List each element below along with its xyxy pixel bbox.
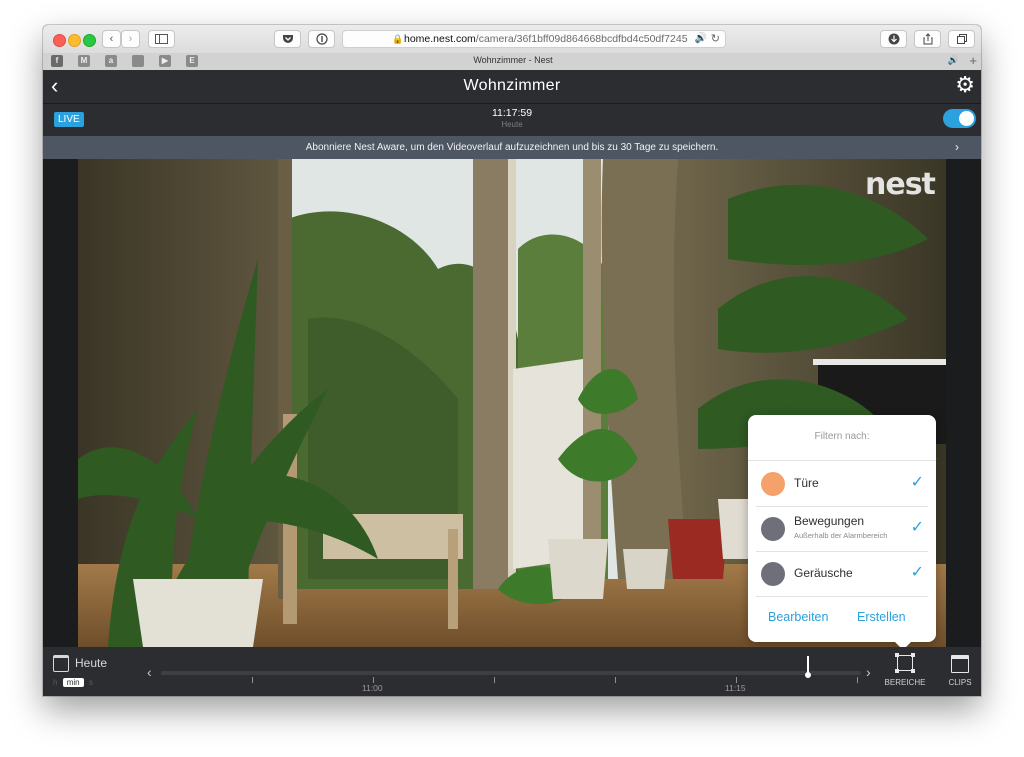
nest-logo: nest	[865, 167, 936, 202]
divider	[748, 460, 936, 461]
timeline-prev-icon[interactable]: ‹	[147, 664, 152, 680]
downloads-button[interactable]	[880, 30, 907, 48]
zoom-window-button[interactable]	[83, 34, 96, 47]
apple-favicon-icon[interactable]	[132, 55, 144, 67]
filter-item-door[interactable]: Türe ✓	[748, 462, 936, 506]
zoom-selector[interactable]: h min s	[53, 678, 93, 687]
camera-power-toggle[interactable]	[943, 109, 976, 128]
browser-window: ‹ › 🔒 home.nest.com/camera/36f1bff09d864…	[43, 25, 981, 696]
timeline-tick	[494, 677, 495, 683]
chevron-left-icon: ‹	[109, 33, 114, 45]
tab-audio-icon[interactable]: 🔊	[948, 55, 959, 66]
close-window-button[interactable]	[53, 34, 66, 47]
timeline-track[interactable]	[161, 671, 861, 675]
zoom-seconds[interactable]: s	[89, 678, 93, 687]
timeline-tick	[615, 677, 616, 683]
lock-icon: 🔒	[392, 34, 404, 44]
settings-gear-icon[interactable]: ⚙	[955, 71, 975, 99]
filter-popup: Filtern nach: Türe ✓ Bewegungen Außerhal…	[748, 415, 936, 650]
facebook-favicon-icon[interactable]: f	[51, 55, 63, 67]
status-bar: LIVE 11:17:59 Heute	[43, 104, 981, 136]
tab-bar: f M a ▶ E Wohnzimmer - Nest 🔊 +	[43, 53, 981, 71]
create-button[interactable]: Erstellen	[857, 610, 906, 624]
zoom-minutes[interactable]: min	[62, 678, 84, 687]
share-icon	[923, 33, 932, 45]
clips-button-label[interactable]: CLIPS	[941, 678, 979, 687]
gmail-favicon-icon[interactable]: M	[78, 55, 90, 67]
nest-aware-banner[interactable]: Abonniere Nest Aware, um den Videoverlau…	[43, 136, 981, 159]
chevron-right-icon: ›	[128, 33, 133, 45]
timeline-bar: Heute h min s ‹ 11:00 11:15 › BEREICHE C…	[43, 647, 981, 696]
checkmark-icon: ✓	[910, 564, 924, 581]
filter-item-sublabel: Außerhalb der Alarmbereich	[794, 531, 888, 540]
today-button[interactable]: Heute	[75, 656, 107, 670]
tabs-overview-button[interactable]	[948, 30, 975, 48]
address-bar[interactable]: 🔒 home.nest.com/camera/36f1bff09d864668b…	[342, 30, 726, 48]
divider	[756, 596, 928, 597]
zone-color-dot	[761, 562, 785, 586]
active-tab-title[interactable]: Wohnzimmer - Nest	[203, 55, 823, 65]
zone-color-dot	[761, 517, 785, 541]
camera-header: ‹ Wohnzimmer ⚙	[43, 70, 981, 104]
tabs-icon	[956, 34, 967, 44]
filter-item-label: Bewegungen	[794, 514, 865, 528]
reload-icon[interactable]: ↻	[711, 31, 720, 47]
url-host: home.nest.com	[404, 33, 476, 45]
sidebar-icon	[155, 34, 168, 44]
amazon-favicon-icon[interactable]: a	[105, 55, 117, 67]
url-text: home.nest.com/camera/36f1bff09d864668bcd…	[404, 31, 688, 47]
new-tab-icon[interactable]: +	[969, 53, 977, 69]
timeline-tick	[252, 677, 253, 683]
pocket-button[interactable]	[274, 30, 301, 48]
reader-button[interactable]	[308, 30, 335, 48]
current-time: 11:17:59	[491, 107, 533, 119]
timeline-tick	[857, 677, 858, 683]
video-letterbox-left	[43, 159, 78, 647]
forward-nav-button[interactable]: ›	[121, 30, 140, 48]
filter-item-label: Geräusche	[794, 566, 853, 580]
timeline-label: 11:00	[362, 683, 383, 693]
current-date: Heute	[501, 120, 523, 129]
pocket-icon	[282, 35, 293, 43]
download-icon	[888, 33, 899, 45]
info-icon	[315, 33, 328, 45]
chevron-right-icon: ›	[955, 140, 959, 154]
banner-text: Abonniere Nest Aware, um den Videoverlau…	[305, 142, 719, 153]
filter-item-motion[interactable]: Bewegungen Außerhalb der Alarmbereich ✓	[748, 507, 936, 551]
toggle-knob	[959, 111, 974, 126]
camera-title: Wohnzimmer	[463, 77, 561, 94]
browser-toolbar: ‹ › 🔒 home.nest.com/camera/36f1bff09d864…	[43, 25, 981, 54]
timeline-next-icon[interactable]: ›	[866, 664, 871, 680]
zones-icon[interactable]	[895, 653, 915, 673]
minimize-window-button[interactable]	[68, 34, 81, 47]
calendar-icon[interactable]	[53, 655, 69, 672]
share-button[interactable]	[914, 30, 941, 48]
edit-button[interactable]: Bearbeiten	[768, 610, 828, 624]
e-favicon-icon[interactable]: E	[186, 55, 198, 67]
playhead-handle[interactable]	[805, 672, 811, 678]
back-nav-button[interactable]: ‹	[102, 30, 121, 48]
filter-item-sounds[interactable]: Geräusche ✓	[748, 552, 936, 596]
audio-playing-icon[interactable]: 🔊	[695, 31, 707, 47]
clips-icon[interactable]	[951, 655, 969, 673]
sidebar-toggle-button[interactable]	[148, 30, 175, 48]
zoom-hours[interactable]: h	[53, 678, 57, 687]
video-letterbox-right	[946, 159, 981, 647]
checkmark-icon: ✓	[910, 519, 924, 536]
zone-color-dot	[761, 472, 785, 496]
checkmark-icon: ✓	[910, 474, 924, 491]
url-path: /camera/36f1bff09d864668bcdfbd4c50df7245	[475, 33, 688, 45]
filter-item-label: Türe	[794, 476, 819, 490]
youtube-favicon-icon[interactable]: ▶	[159, 55, 171, 67]
zones-button-label[interactable]: BEREICHE	[881, 678, 929, 687]
timeline-label: 11:15	[725, 683, 746, 693]
filter-title: Filtern nach:	[814, 431, 870, 442]
